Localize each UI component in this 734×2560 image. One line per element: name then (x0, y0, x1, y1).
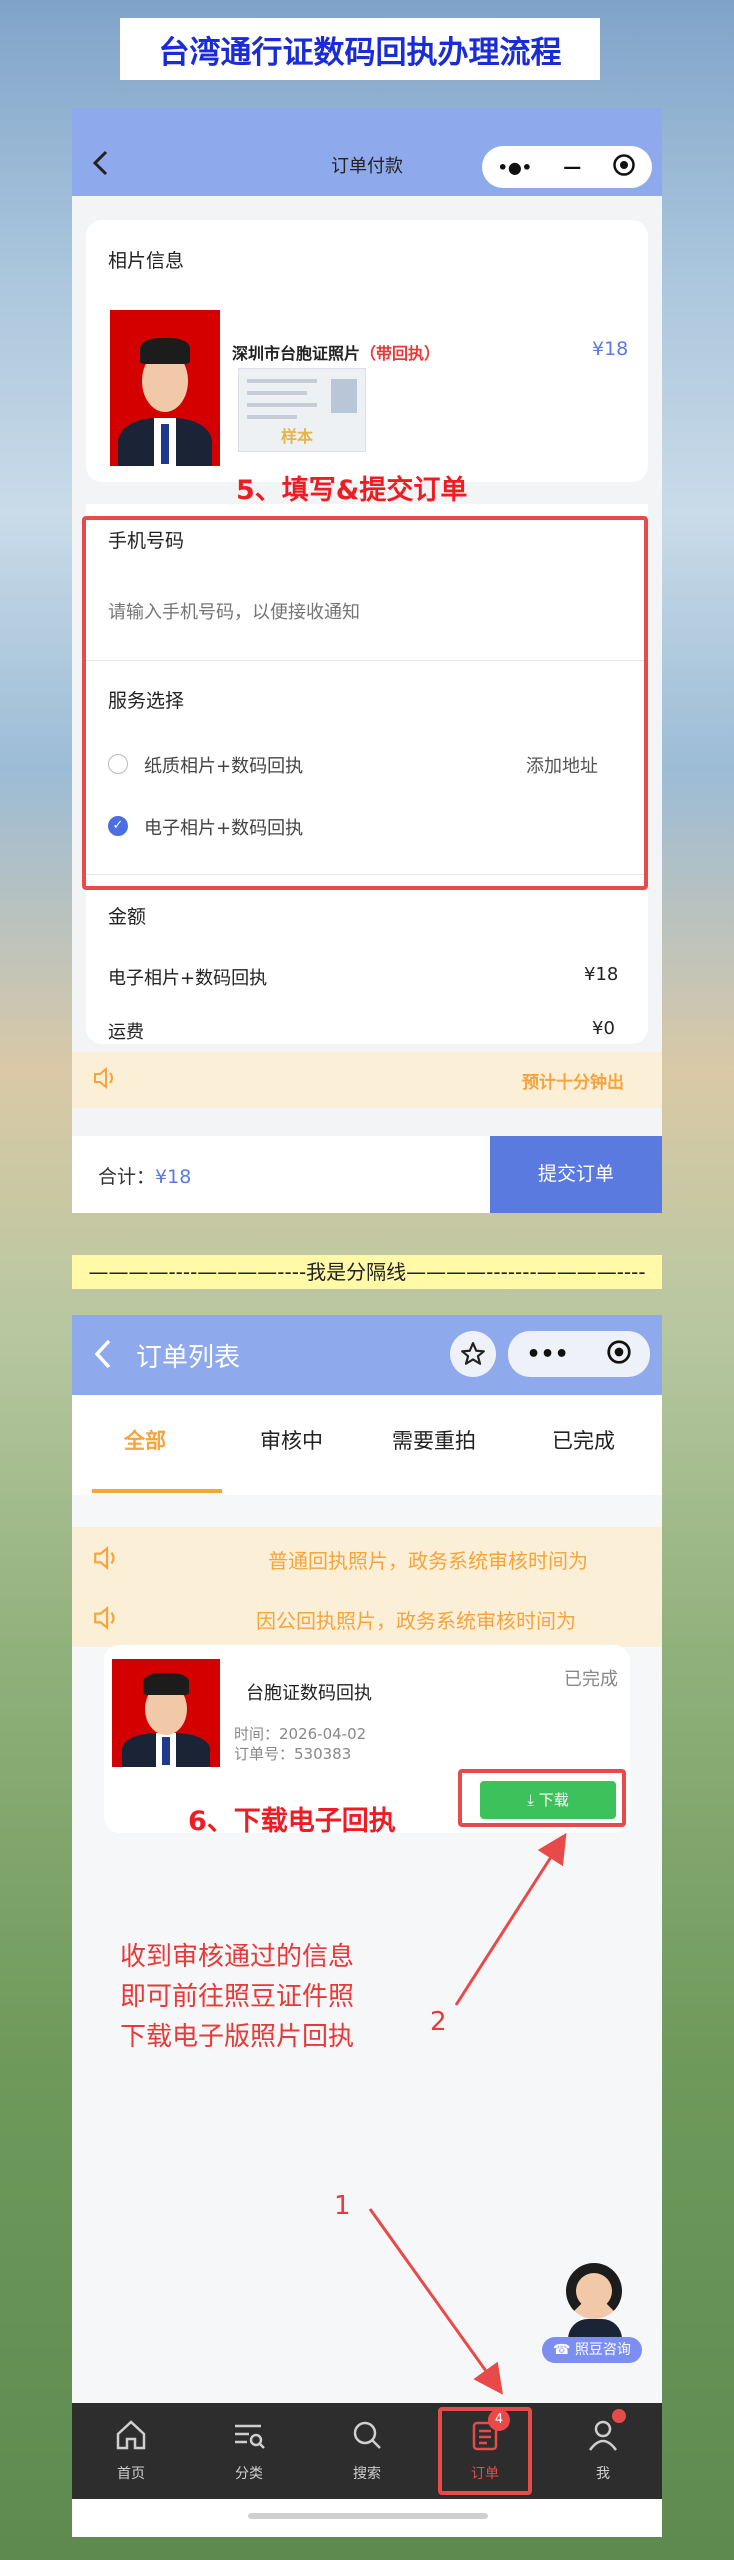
separator-line: ————----————----我是分隔线————-------————---- (72, 1255, 662, 1289)
consult-label: ☎ 照豆咨询 (542, 2337, 642, 2363)
product-price: ¥18 (592, 338, 629, 360)
home-indicator-bar (72, 2499, 662, 2537)
sample-watermark: 样本 (281, 427, 314, 446)
bottom-nav: 首页 分类 搜索 4 订单 我 (72, 2403, 662, 2499)
nav-home[interactable]: 首页 (72, 2403, 190, 2499)
amount-row-label: 电子相片+数码回执 (108, 968, 268, 989)
total-label: 合计：¥18 (98, 1166, 192, 1188)
notice-bar: 预计十分钟出 (72, 1052, 662, 1108)
product-name: 深圳市台胞证照片（带回执） (232, 344, 441, 363)
photo-info-heading: 相片信息 (108, 250, 185, 272)
notification-dot (612, 2409, 626, 2423)
checkout-footer: 合计：¥18 提交订单 (72, 1136, 662, 1213)
orders-highlight-box (438, 2407, 532, 2495)
order-payment-screen: 订单付款 •●• — 相片信息 深圳市台胞证照片（带回执） 样本 ¥18 5、填… (72, 108, 662, 1213)
close-target-icon[interactable] (612, 153, 636, 181)
nav-category[interactable]: 分类 (190, 2403, 308, 2499)
highlight-box (82, 516, 648, 890)
minimize-icon[interactable]: — (563, 157, 581, 178)
step-5-label: 5、填写&提交订单 (236, 475, 468, 506)
page-title: 订单付款 (331, 156, 403, 177)
submit-order-button[interactable]: 提交订单 (490, 1136, 662, 1213)
chat-icon: ☎ (553, 2342, 575, 2358)
amount-heading: 金额 (108, 906, 147, 928)
photo-info-card: 相片信息 深圳市台胞证照片（带回执） 样本 ¥18 (86, 220, 648, 482)
notice-text: 预计十分钟出 (522, 1073, 624, 1093)
banner-title: 台湾通行证数码回执办理流程 (120, 18, 600, 80)
consult-avatar (566, 2263, 622, 2319)
consult-widget[interactable]: ☎ 照豆咨询 (542, 2263, 652, 2373)
order-list-screen: 订单列表 ••• 全部 审核中 需要重拍 已完成 普通回执照片，政务系统审核时间… (72, 1315, 662, 2537)
back-icon[interactable] (90, 148, 112, 184)
home-icon (113, 2417, 149, 2453)
more-icon[interactable]: •●• (498, 158, 532, 177)
category-icon (231, 2417, 267, 2453)
shipping-label: 运费 (108, 1022, 144, 1043)
id-photo (110, 310, 220, 466)
receipt-sample-image: 样本 (238, 368, 366, 452)
nav-profile[interactable]: 我 (544, 2403, 662, 2499)
capsule-menu: •●• — (482, 146, 652, 188)
nav-header: 订单付款 •●• — (72, 108, 662, 196)
total-value: ¥18 (155, 1166, 192, 1188)
search-icon (349, 2417, 385, 2453)
nav-search[interactable]: 搜索 (308, 2403, 426, 2499)
shipping-value: ¥0 (592, 1018, 615, 1039)
speaker-icon (92, 1066, 118, 1094)
amount-row-value: ¥18 (584, 964, 619, 985)
